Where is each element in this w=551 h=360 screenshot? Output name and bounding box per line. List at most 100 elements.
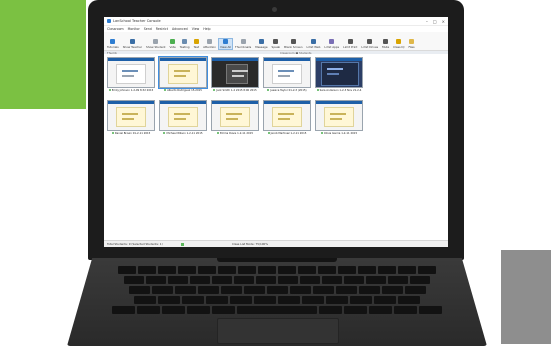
testing-button[interactable]: Testing [179,39,191,49]
test-button[interactable]: Test [193,39,201,49]
student-thumbnail[interactable]: Michael Wilson 1-2-11 2015 [159,100,207,138]
attention-icon [207,39,213,44]
keyboard-key [381,286,403,294]
attention-button[interactable]: Attention [202,39,217,49]
student-thumbnail[interactable]: Jacob Martinez 1-2-11 2015 [263,100,311,138]
keyboard [97,266,457,316]
student-thumbnail[interactable]: Jessica Taylor 01-2-3 (2015) [263,57,311,95]
student-name-label: Alberto Rodriguez 15-2015 [159,89,207,92]
keyboard-key [197,286,219,294]
menu-item-view[interactable]: View [192,27,200,31]
close-button[interactable]: × [442,19,445,24]
student-name: Olivia Garcia 1-2-11 2015 [323,132,358,135]
keyboard-key [254,296,276,304]
limit-drives-button[interactable]: Limit Drives [360,39,379,49]
class-iq-button[interactable]: Class IQ [392,39,405,49]
student-thumbnail[interactable]: Alberto Rodriguez 15-2015 [158,56,208,95]
online-status-icon [111,132,114,134]
drive-icon [367,39,373,44]
student-thumbnail[interactable]: Emma Davis 1-2-11 2015 [211,100,259,138]
student-screen-preview [211,57,259,88]
student-name: Sara Anderson 1-2-3 Nov 21-2-4 [319,89,362,92]
student-thumbnail[interactable]: Daniel Brown 01-2-11 2015 [107,100,155,138]
files-button[interactable]: Files [407,39,415,49]
student-screen-preview [315,100,363,131]
network-status-icon [180,242,184,246]
keyboard-key [398,296,420,304]
keyboard-row [97,286,457,294]
menu-item-send[interactable]: Send [144,27,152,31]
keyboard-key [178,266,196,274]
maximize-button[interactable]: □ [433,19,437,24]
student-thumbnail[interactable]: Sara Anderson 1-2-3 Nov 21-2-4 [315,57,363,95]
keyboard-key [220,286,242,294]
menu-item-restrict[interactable]: Restrict [156,27,168,31]
student-screen-preview [107,57,155,88]
student-thumbnail[interactable]: Emily Johnson 1-2-09 8:32 2015 [107,57,155,95]
keyboard-key [358,266,376,274]
keyboard-key [158,296,180,304]
status-bar: Total Students: 9 (Selected Students: 1)… [104,240,448,247]
view-all-button[interactable]: View All [218,38,234,50]
keyboard-key [266,286,288,294]
show-teacher-button[interactable]: Show Teacher [122,39,143,49]
student-name-label: Olivia Garcia 1-2-11 2015 [315,132,363,135]
student-thumbnail[interactable]: Jack Smith 1-2 2015 8:00 2015 [211,57,259,95]
menu-item-help[interactable]: Help [203,27,210,31]
toolbar-button-label: Vote [169,45,176,49]
speaker-icon [383,39,389,44]
menu-item-classroom[interactable]: Classroom [107,27,124,31]
keyboard-key [366,276,386,284]
laptop-lid: LanSchool Teacher Console – □ × Classroo… [88,0,464,260]
keyboard-key [187,306,210,314]
speak-button[interactable]: Speak [271,39,282,49]
gray-decor-block [501,250,551,344]
online-status-icon [267,132,270,134]
student-name: Jessica Taylor 01-2-3 (2015) [270,89,307,92]
keyboard-key [182,296,204,304]
keyboard-key [162,306,185,314]
keyboard-key [151,286,173,294]
keyboard-row [97,276,457,284]
tutorials-button[interactable]: Tutorials [106,39,120,49]
vote-icon [170,39,176,44]
keyboard-key [302,296,324,304]
online-status-icon [316,89,319,91]
chart-icon [396,39,402,44]
keyboard-key [298,266,316,274]
blank-screen-icon [290,39,296,44]
globe-icon [310,39,316,44]
folder-icon [409,39,415,44]
keyboard-key [258,266,276,274]
thumbnails-button[interactable]: Thumbnails [234,39,252,49]
limit-print-button[interactable]: Limit Print [342,39,358,49]
mute-button[interactable]: Mute [381,39,390,49]
student-thumbnail-grid: Emily Johnson 1-2-09 8:32 2015 Alberto Ro… [104,54,448,237]
student-name-label: Sara Anderson 1-2-3 Nov 21-2-4 [315,89,363,92]
touchpad [217,318,339,344]
toolbar-button-label: Limit Apps [324,45,340,49]
status-student-count: Total Students: 9 (Selected Students: 1) [107,242,163,246]
minimize-button[interactable]: – [426,19,428,24]
keyboard-key [358,286,380,294]
keyboard-key [134,296,156,304]
keyboard-key [335,286,357,294]
student-screen-preview [107,100,155,131]
message-button[interactable]: Message [254,39,268,49]
menu-item-advanced[interactable]: Advanced [172,27,188,31]
vote-button[interactable]: Vote [169,39,177,49]
toolbar-button-label: Testing [179,45,190,49]
student-name-label: Michael Wilson 1-2-11 2015 [159,132,207,135]
show-student-button[interactable]: Show Student [145,39,166,49]
limit-apps-button[interactable]: Limit Apps [323,39,340,49]
toolbar-button-label: Message [255,45,268,49]
student-name-label: Daniel Brown 01-2-11 2015 [107,132,155,135]
student-thumbnail[interactable]: Olivia Garcia 1-2-11 2015 [315,100,363,138]
limit-web-button[interactable]: Limit Web [305,39,321,49]
keyboard-key [319,306,342,314]
keyboard-key [256,276,276,284]
keyboard-key [344,306,367,314]
menu-item-monitor[interactable]: Monitor [128,27,140,31]
keyboard-row [97,306,457,314]
blank-screen-button[interactable]: Blank Screen [283,39,303,49]
